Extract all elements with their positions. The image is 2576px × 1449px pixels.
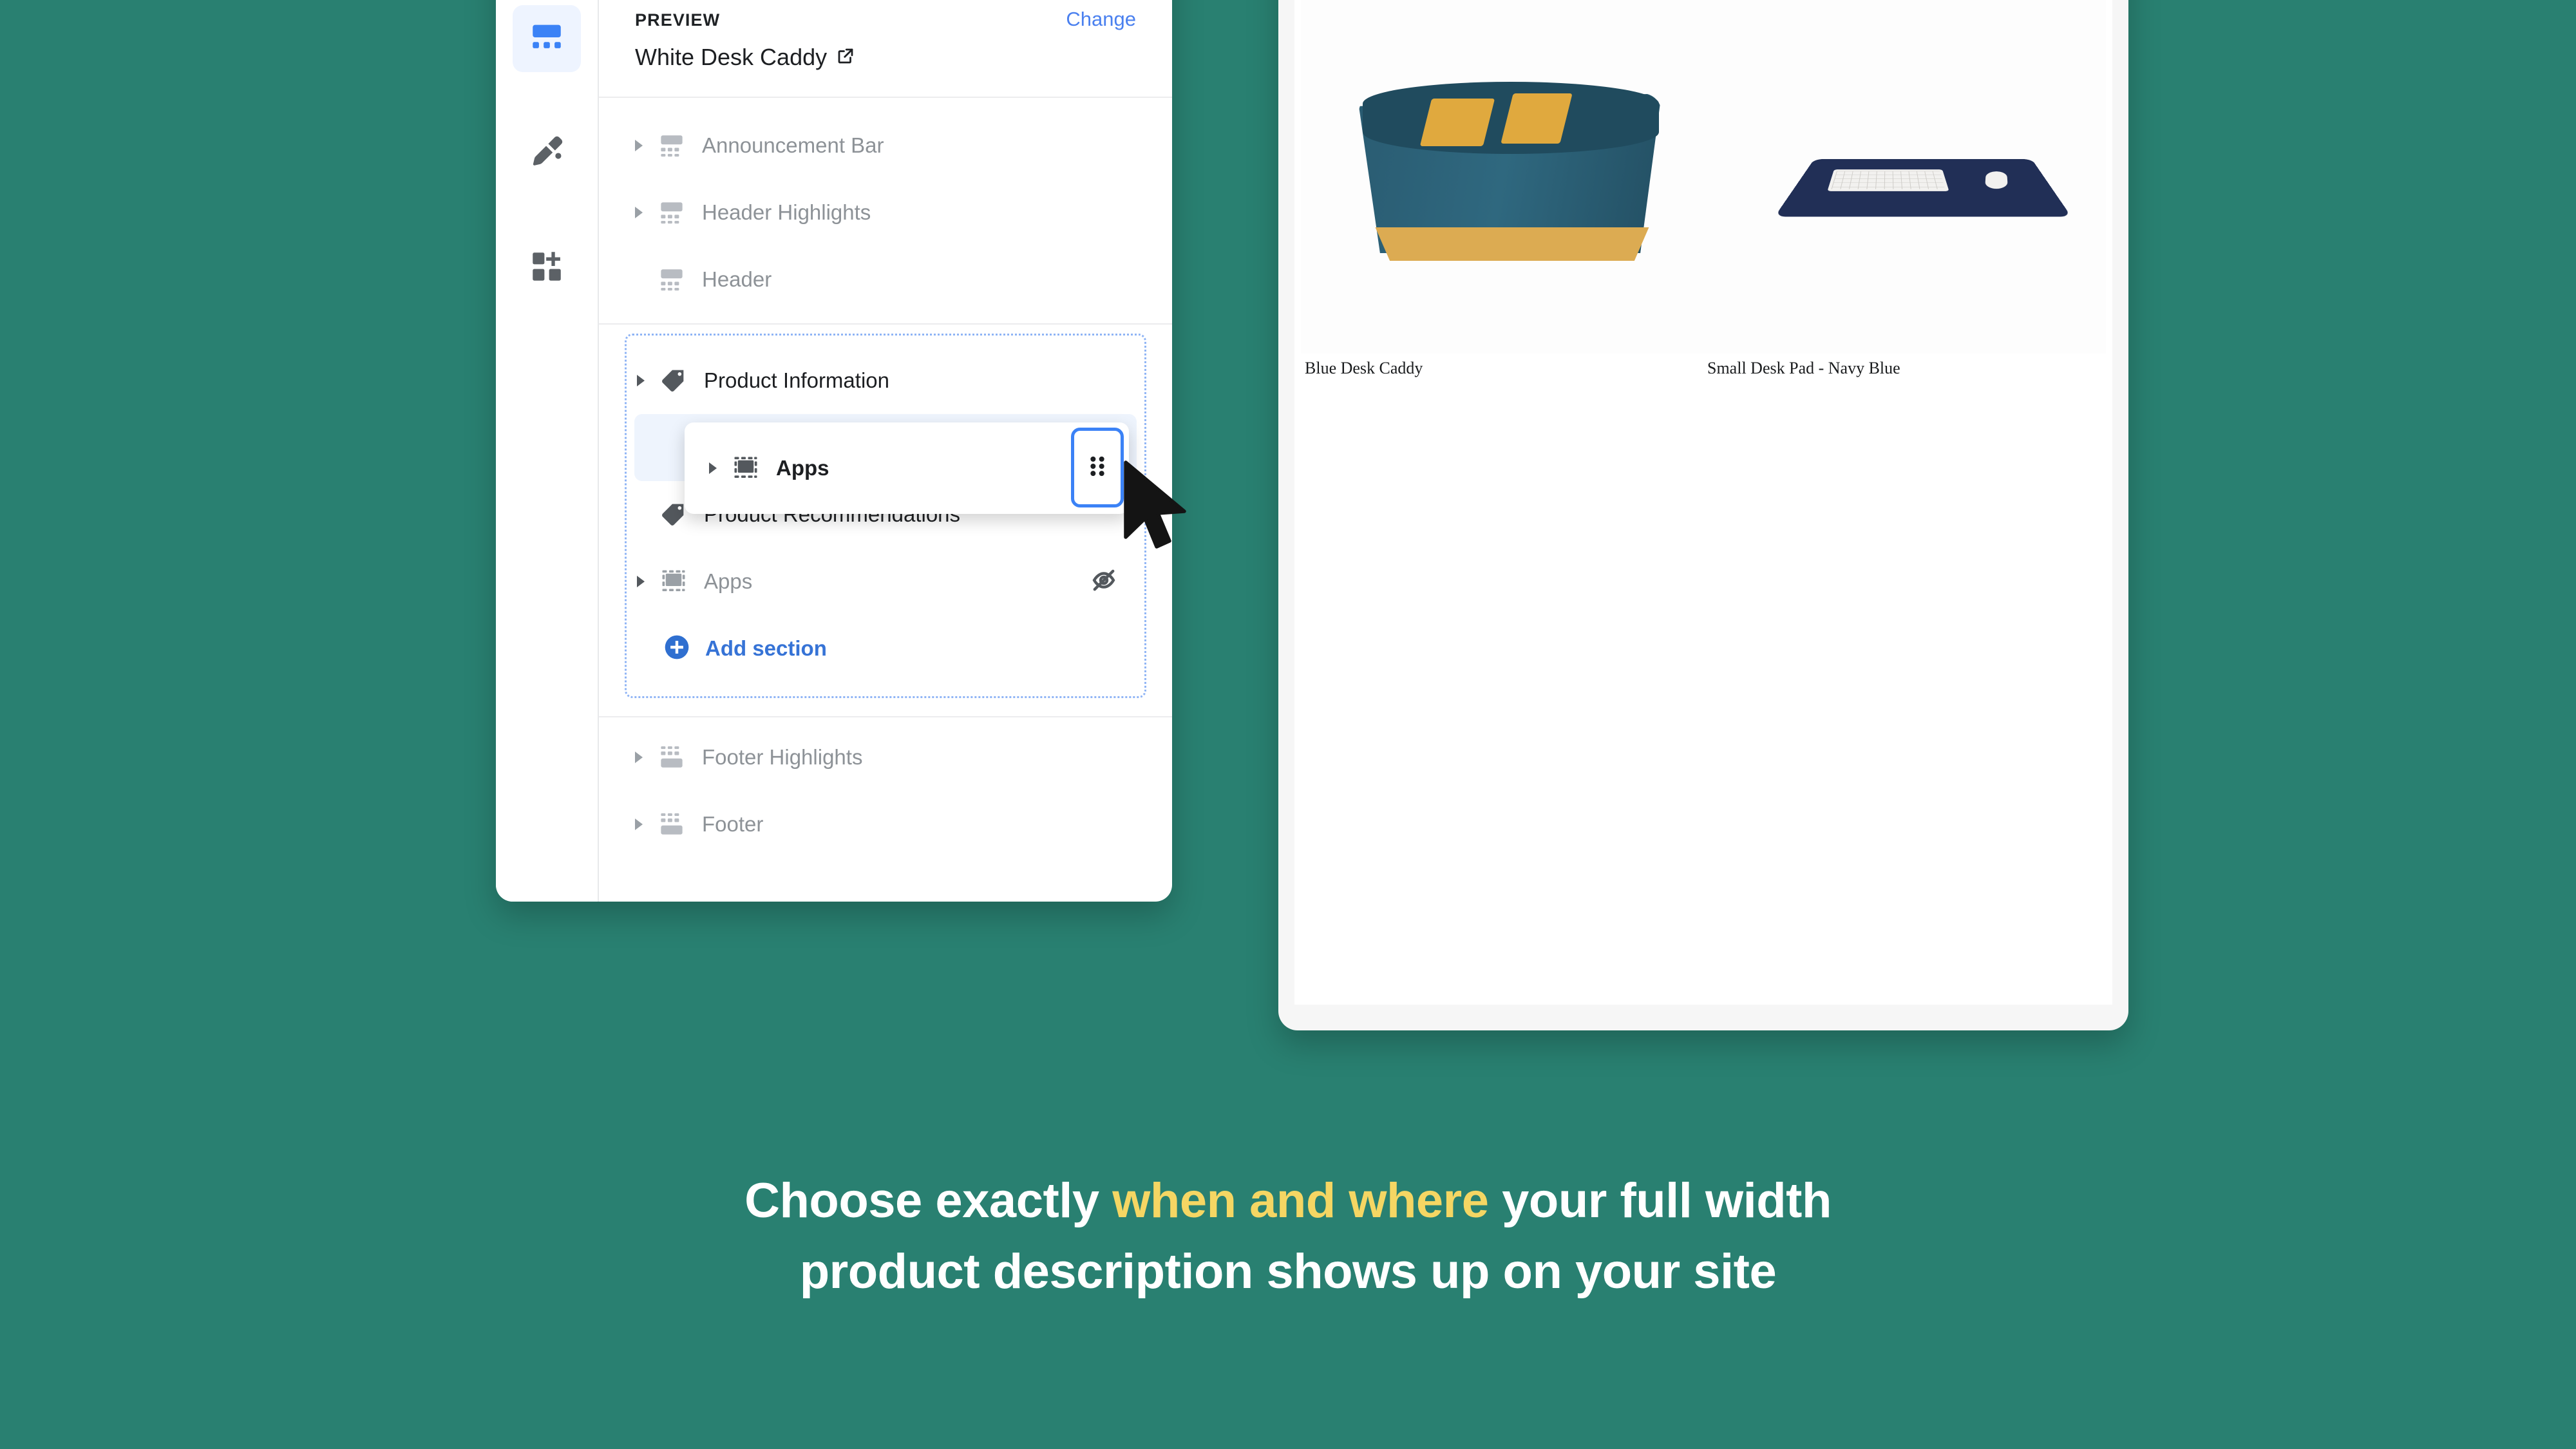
sidebar-item-theme-settings[interactable] bbox=[513, 120, 581, 187]
blue-desk-caddy-image bbox=[1301, 0, 1703, 354]
chevron-right-icon[interactable] bbox=[632, 818, 658, 831]
external-link-icon[interactable] bbox=[836, 46, 855, 69]
chevron-right-icon[interactable] bbox=[706, 462, 732, 475]
section-label: Footer Highlights bbox=[702, 745, 863, 769]
header-section-icon bbox=[658, 132, 694, 159]
headline-line-2: product description shows up on your sit… bbox=[799, 1244, 1777, 1300]
divider bbox=[599, 323, 1172, 325]
navy-desk-pad-image bbox=[1703, 0, 2106, 354]
section-label: Header bbox=[702, 267, 772, 291]
product-card-small-desk-pad[interactable]: Small Desk Pad - Navy Blue bbox=[1703, 0, 2106, 378]
recommended-products-section: Recommended Products Blue Desk Caddy bbox=[1294, 0, 2112, 378]
section-label: Apps bbox=[704, 569, 753, 593]
plus-circle-icon bbox=[663, 633, 691, 665]
product-card-blue-desk-caddy[interactable]: Blue Desk Caddy bbox=[1301, 0, 1703, 378]
storefront-preview-panel: ‹ 1 / 3 › Blue Green Red Featuring four … bbox=[1278, 0, 2128, 1030]
footer-section-icon bbox=[658, 744, 694, 771]
chevron-right-icon[interactable] bbox=[634, 575, 660, 588]
editor-icon-rail bbox=[496, 0, 599, 902]
apps-block-icon bbox=[660, 568, 696, 595]
apps-block-icon bbox=[732, 455, 768, 482]
header-section-icon bbox=[658, 199, 694, 226]
chevron-right-icon[interactable] bbox=[632, 206, 658, 219]
caddy-illustration bbox=[1359, 82, 1681, 275]
section-label: Announcement Bar bbox=[702, 133, 884, 157]
add-section-button[interactable]: Add section bbox=[627, 615, 1144, 682]
section-row-footer[interactable]: Footer bbox=[599, 791, 1172, 858]
preview-product-name: White Desk Caddy bbox=[635, 44, 828, 70]
product-name: Small Desk Pad - Navy Blue bbox=[1707, 359, 1900, 377]
sidebar-item-app-blocks[interactable] bbox=[513, 234, 581, 301]
section-row-apps-hidden[interactable]: Apps bbox=[627, 548, 1144, 615]
desk-pad-illustration bbox=[1774, 133, 2072, 234]
section-row-product-information[interactable]: Product Information bbox=[627, 347, 1144, 414]
page-headline: Choose exactly when and where your full … bbox=[0, 1166, 2576, 1307]
app-blocks-add-icon bbox=[528, 248, 565, 289]
section-row-header-highlights[interactable]: Header Highlights bbox=[599, 179, 1172, 246]
divider bbox=[599, 716, 1172, 717]
headline-highlight: when and where bbox=[1112, 1173, 1489, 1228]
chevron-right-icon[interactable] bbox=[632, 139, 658, 152]
product-name: Blue Desk Caddy bbox=[1305, 359, 1423, 377]
tag-icon bbox=[660, 368, 696, 393]
chevron-right-icon[interactable] bbox=[632, 751, 658, 764]
paint-brush-icon bbox=[528, 133, 565, 174]
preview-label: PREVIEW bbox=[635, 10, 721, 30]
headline-part-2: your full width bbox=[1488, 1173, 1832, 1228]
dragged-section-card[interactable]: Apps bbox=[685, 422, 1129, 514]
headline-line-1: Choose exactly when and where your full … bbox=[0, 1166, 2576, 1236]
preview-product-row[interactable]: White Desk Caddy bbox=[635, 44, 1136, 71]
section-label: Footer bbox=[702, 812, 764, 836]
section-label: Product Information bbox=[704, 368, 889, 392]
preview-header: PREVIEW Change White Desk Caddy bbox=[599, 0, 1172, 98]
sections-icon bbox=[528, 19, 565, 59]
add-section-label: Add section bbox=[705, 636, 827, 660]
section-row-announcement-bar[interactable]: Announcement Bar bbox=[599, 112, 1172, 179]
headline-part-1: Choose exactly bbox=[744, 1173, 1113, 1228]
footer-section-icon bbox=[658, 811, 694, 838]
storefront-preview-viewport: ‹ 1 / 3 › Blue Green Red Featuring four … bbox=[1294, 0, 2112, 1005]
eye-off-icon[interactable] bbox=[1089, 565, 1119, 598]
chevron-right-icon[interactable] bbox=[634, 374, 660, 387]
drag-handle-button[interactable] bbox=[1071, 428, 1124, 507]
drag-handle-icon bbox=[1088, 453, 1107, 482]
mouse-pointer-icon bbox=[1119, 459, 1197, 558]
sidebar-item-sections[interactable] bbox=[513, 5, 581, 72]
section-row-footer-highlights[interactable]: Footer Highlights bbox=[599, 724, 1172, 791]
header-section-icon bbox=[658, 266, 694, 293]
recommended-products-grid: Blue Desk Caddy Small Desk Pad - Navy Bl… bbox=[1301, 0, 2106, 378]
section-label: Header Highlights bbox=[702, 200, 871, 224]
dragged-section-label: Apps bbox=[776, 456, 829, 480]
change-preview-link[interactable]: Change bbox=[1066, 8, 1136, 31]
template-section-group: Product Information Product Recommendati… bbox=[625, 334, 1146, 698]
section-row-header[interactable]: Header bbox=[599, 246, 1172, 313]
